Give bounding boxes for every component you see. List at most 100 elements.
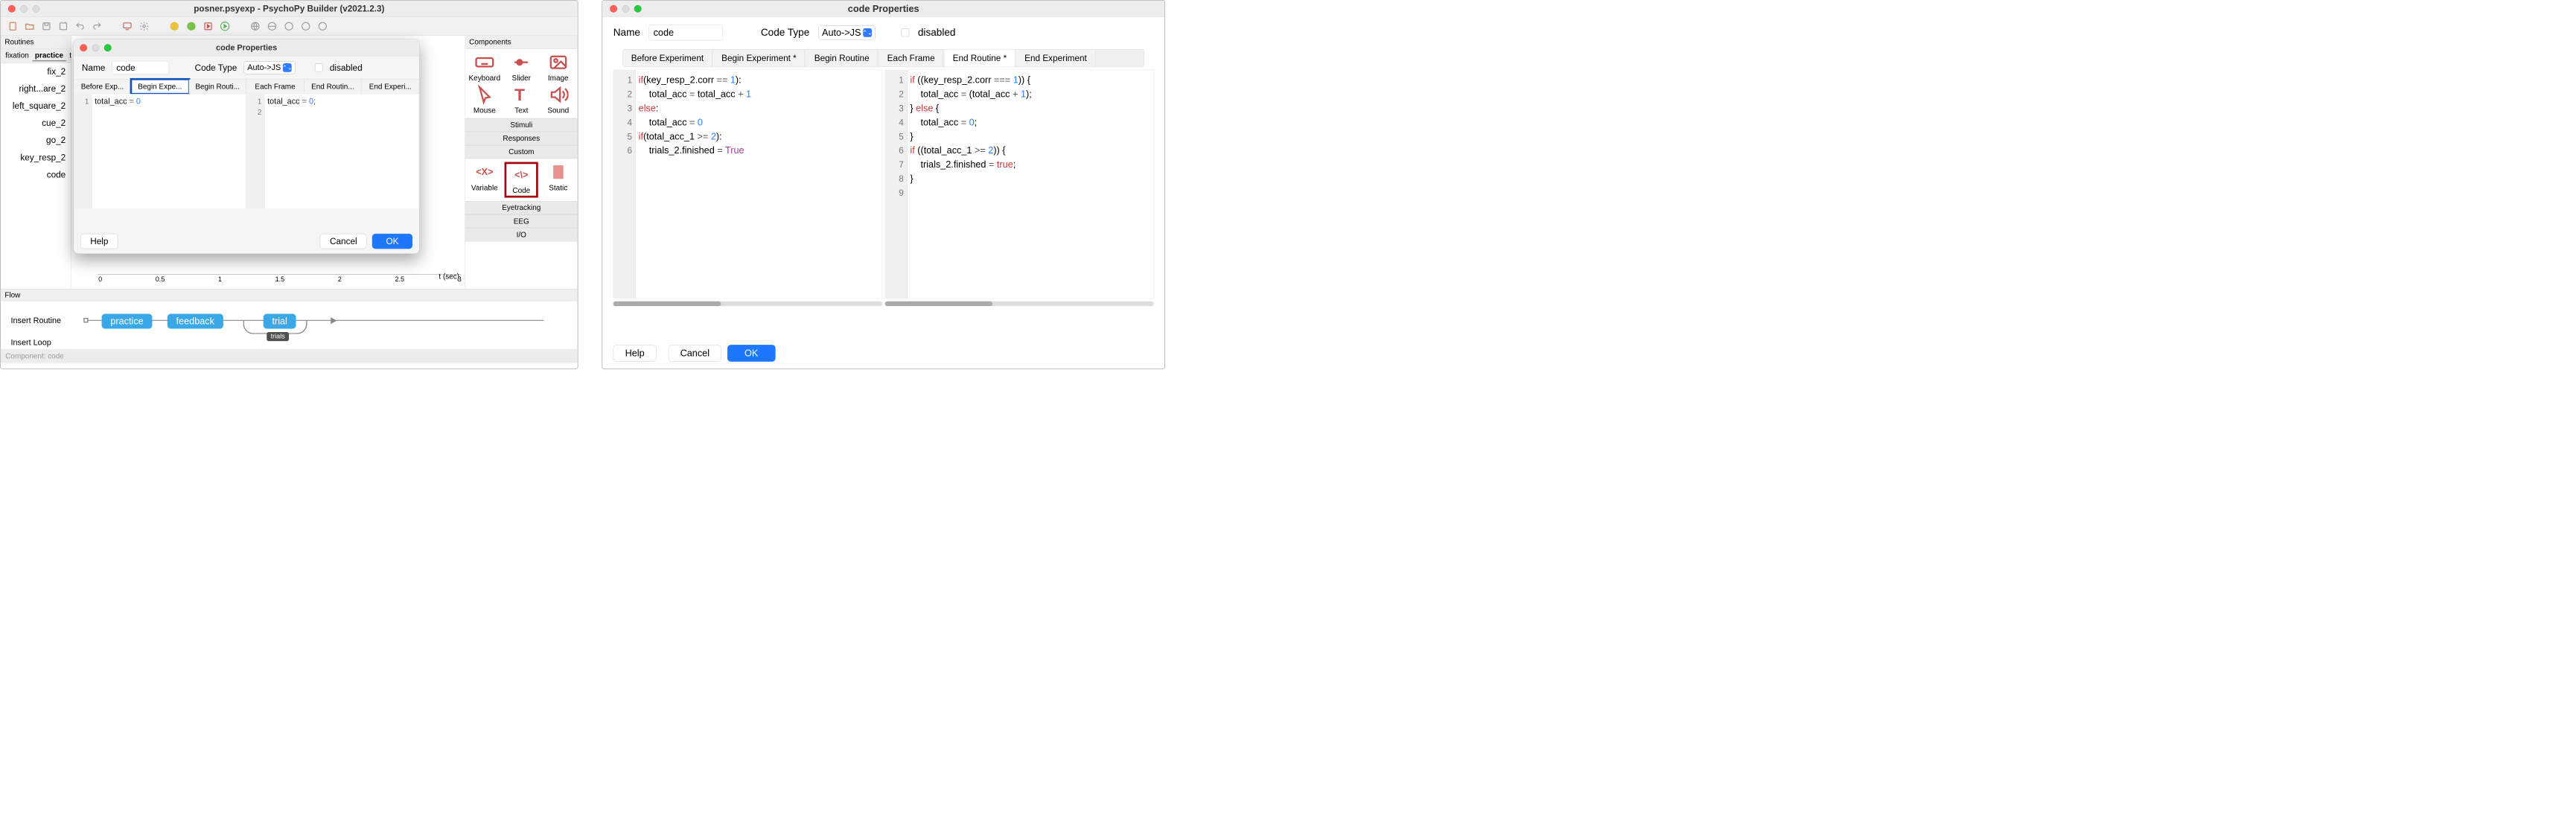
flow-header: Flow	[1, 290, 578, 302]
routines-tabs[interactable]: fixation practice t	[1, 49, 71, 63]
codetype-value: Auto->JS	[247, 63, 281, 73]
component-category[interactable]: Eyetracking	[465, 201, 578, 214]
name-input[interactable]	[112, 61, 169, 74]
open-folder-icon[interactable]	[24, 20, 36, 32]
codetype-select[interactable]: Auto->JS ⌃⌄	[818, 25, 876, 39]
tab-begin-routine[interactable]: Begin Routine	[806, 49, 878, 66]
cancel-button[interactable]: Cancel	[320, 234, 367, 249]
component-code[interactable]: <\>Code	[505, 162, 538, 198]
flow-node[interactable]: practice	[102, 314, 153, 329]
tab-end-routine[interactable]: End Routine *	[945, 49, 1016, 66]
component-label: Variable	[471, 184, 498, 192]
new-file-icon[interactable]	[7, 20, 19, 32]
insert-loop-button[interactable]: Insert Loop	[10, 338, 51, 348]
help-button[interactable]: Help	[80, 234, 118, 249]
routine-tab-active[interactable]: practice	[32, 50, 66, 61]
window-title: posner.psyexp - PsychoPy Builder (v2021.…	[1, 4, 578, 14]
tab-begin-routine[interactable]: Begin Routi...	[189, 80, 246, 94]
component-category[interactable]: I/O	[465, 228, 578, 241]
svg-text:T: T	[514, 86, 525, 104]
save-icon[interactable]	[40, 20, 52, 32]
save-as-icon[interactable]	[57, 20, 69, 32]
js-code-editor[interactable]: 1 2 total_acc = 0;	[246, 94, 419, 208]
ok-button[interactable]: OK	[372, 234, 412, 249]
disabled-label: disabled	[918, 27, 956, 38]
globe-search-icon[interactable]	[249, 20, 261, 32]
python-code-body: if(key_resp_2.corr == 1): total_acc = to…	[613, 70, 881, 158]
psychopy-builder-window: posner.psyexp - PsychoPy Builder (v2021.…	[0, 0, 578, 369]
ok-button[interactable]: OK	[727, 345, 775, 362]
tab-before-experiment[interactable]: Before Exp...	[74, 80, 131, 94]
settings-icon[interactable]	[138, 20, 150, 32]
compile-js-icon[interactable]	[185, 20, 197, 32]
js-code-body: if ((key_resp_2.corr === 1)) { total_acc…	[885, 70, 1153, 186]
flow-line	[86, 320, 543, 321]
run-icon[interactable]	[219, 20, 231, 32]
tab-before-experiment[interactable]: Before Experiment	[623, 49, 712, 66]
component-keyboard[interactable]: Keyboard	[468, 52, 501, 83]
compile-py-icon[interactable]	[168, 20, 180, 32]
js-code-editor[interactable]: 1 2 3 4 5 6 7 8 9 if ((key_resp_2.corr =…	[884, 70, 1153, 299]
help-button[interactable]: Help	[613, 345, 657, 362]
h-scrollbar[interactable]	[613, 302, 882, 306]
line-number: 2	[885, 87, 904, 101]
component-static[interactable]: Static	[541, 162, 575, 198]
tab-begin-experiment[interactable]: Begin Expe...	[131, 80, 188, 94]
tab-end-routine[interactable]: End Routin...	[304, 80, 361, 94]
redo-icon[interactable]	[91, 20, 103, 32]
component-slider[interactable]: Slider	[505, 52, 538, 83]
component-category[interactable]: EEG	[465, 214, 578, 228]
undo-icon[interactable]	[74, 20, 86, 32]
monitor-icon[interactable]	[121, 20, 133, 32]
cancel-button[interactable]: Cancel	[669, 345, 721, 362]
tab-end-experiment[interactable]: End Experi...	[362, 80, 419, 94]
component-sound[interactable]: Sound	[541, 85, 575, 115]
globe-user-icon[interactable]	[300, 20, 312, 32]
globe-sync-icon[interactable]	[283, 20, 295, 32]
routine-component[interactable]: key_resp_2	[1, 149, 71, 166]
tab-end-experiment[interactable]: End Experiment	[1016, 49, 1095, 66]
routine-component[interactable]: go_2	[1, 132, 71, 149]
routine-component[interactable]: cue_2	[1, 115, 71, 132]
component-mouse[interactable]: Mouse	[468, 85, 501, 115]
tab-begin-experiment[interactable]: Begin Experiment *	[713, 49, 805, 66]
flow-start-icon	[83, 318, 88, 322]
insert-routine-button[interactable]: Insert Routine	[10, 316, 61, 325]
loop-badge[interactable]: trials	[267, 332, 289, 341]
name-input[interactable]	[649, 25, 724, 40]
component-text[interactable]: TText	[505, 85, 538, 115]
runner-icon[interactable]	[202, 20, 214, 32]
disabled-checkbox[interactable]	[901, 28, 909, 36]
component-category[interactable]: Responses	[465, 132, 578, 145]
component-image[interactable]: Image	[541, 52, 575, 83]
line-number: 6	[885, 144, 904, 158]
python-code-editor[interactable]: 1 total_acc = 0	[74, 94, 246, 208]
component-category[interactable]: Custom	[465, 145, 578, 159]
tick: 0	[98, 275, 102, 283]
codetype-select[interactable]: Auto->JS ⌃⌄	[243, 61, 295, 74]
flow-node[interactable]: feedback	[168, 314, 223, 329]
tab-each-frame[interactable]: Each Frame	[246, 80, 304, 94]
line-number: 2	[246, 106, 261, 117]
line-number: 4	[613, 115, 632, 130]
routine-component[interactable]: right...are_2	[1, 80, 71, 98]
globe-up-icon[interactable]	[266, 20, 278, 32]
h-scrollbar[interactable]	[884, 302, 1153, 306]
routine-component[interactable]: code	[1, 166, 71, 183]
routine-component[interactable]: left_square_2	[1, 98, 71, 115]
tab-each-frame[interactable]: Each Frame	[879, 49, 943, 66]
code-properties-window: code Properties Name Code Type Auto->JS …	[602, 0, 1165, 369]
line-number: 7	[885, 158, 904, 172]
line-number: 5	[613, 130, 632, 144]
disabled-checkbox[interactable]	[315, 63, 323, 71]
codetype-label: Code Type	[761, 27, 809, 38]
globe-run-icon[interactable]	[316, 20, 328, 32]
python-code-editor[interactable]: 1 2 3 4 5 6 if(key_resp_2.corr == 1): to…	[613, 70, 882, 299]
routine-component[interactable]: fix_2	[1, 63, 71, 80]
line-number: 2	[613, 87, 632, 101]
disabled-label: disabled	[330, 63, 363, 73]
component-variable[interactable]: <X>Variable	[468, 162, 501, 198]
component-category[interactable]: Stimuli	[465, 118, 578, 132]
line-number: 8	[885, 172, 904, 186]
routine-tab[interactable]: fixation	[3, 50, 32, 61]
